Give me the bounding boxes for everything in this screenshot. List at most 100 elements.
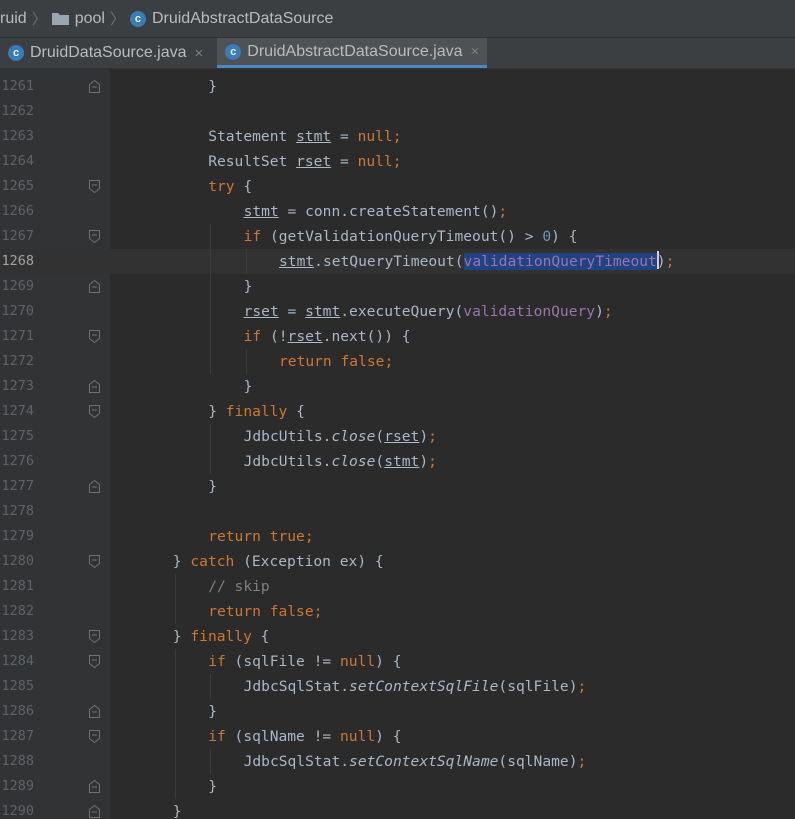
code-line[interactable]: 1264 ResultSet rset = null; (0, 149, 795, 174)
code-line[interactable]: 1275 JdbcUtils.close(rset); (0, 424, 795, 449)
code-text[interactable]: return false; (279, 349, 393, 374)
code-line[interactable]: 1265 try { (0, 174, 795, 199)
code-line[interactable]: 1261} (0, 74, 795, 99)
fold-end-icon[interactable] (89, 80, 100, 93)
line-number[interactable]: 1281 (0, 574, 34, 599)
code-text[interactable]: JdbcUtils.close(stmt); (244, 449, 437, 474)
line-number[interactable]: 1266 (0, 199, 34, 224)
tab-druid-abstract-data-source[interactable]: c DruidAbstractDataSource.java × (217, 38, 488, 68)
line-number[interactable]: 1267 (0, 224, 34, 249)
line-number[interactable]: 1270 (0, 299, 34, 324)
code-text[interactable]: return true; (208, 524, 313, 549)
code-line[interactable]: 1273} (0, 374, 795, 399)
fold-start-icon[interactable] (89, 655, 100, 668)
code-text[interactable]: JdbcUtils.close(rset); (244, 424, 437, 449)
fold-end-icon[interactable] (89, 780, 100, 793)
code-text[interactable]: if (getValidationQueryTimeout() > 0) { (244, 224, 578, 249)
code-text[interactable]: JdbcSqlStat.setContextSqlName(sqlName); (244, 749, 587, 774)
breadcrumb-item-druid[interactable]: ruid (0, 10, 27, 28)
tab-druid-data-source[interactable]: c DruidDataSource.java × (0, 38, 211, 68)
code-text[interactable]: } (208, 699, 217, 724)
line-number[interactable]: 1261 (0, 74, 34, 99)
close-icon[interactable]: × (471, 43, 480, 60)
code-text[interactable]: } finally { (208, 399, 305, 424)
fold-start-icon[interactable] (89, 405, 100, 418)
line-number[interactable]: 1275 (0, 424, 34, 449)
line-number[interactable]: 1264 (0, 149, 34, 174)
fold-start-icon[interactable] (89, 230, 100, 243)
fold-start-icon[interactable] (89, 730, 100, 743)
close-icon[interactable]: × (195, 45, 204, 62)
code-text[interactable]: } (244, 374, 253, 399)
code-line[interactable]: 1280} catch (Exception ex) { (0, 549, 795, 574)
code-text[interactable]: ResultSet rset = null; (208, 149, 401, 174)
line-number[interactable]: 1278 (0, 499, 34, 524)
code-text[interactable]: if (!rset.next()) { (244, 324, 411, 349)
code-text[interactable]: JdbcSqlStat.setContextSqlFile(sqlFile); (244, 674, 587, 699)
fold-end-icon[interactable] (89, 380, 100, 393)
line-number[interactable]: 1277 (0, 474, 34, 499)
breadcrumb-item-pool[interactable]: pool (51, 10, 105, 28)
code-line[interactable]: 1289} (0, 774, 795, 799)
code-line[interactable]: 1288 JdbcSqlStat.setContextSqlName(sqlNam… (0, 749, 795, 774)
fold-end-icon[interactable] (89, 805, 100, 818)
code-line[interactable]: 1271 if (!rset.next()) { (0, 324, 795, 349)
line-number[interactable]: 1269 (0, 274, 34, 299)
fold-end-icon[interactable] (89, 280, 100, 293)
line-number[interactable]: 1272 (0, 349, 34, 374)
line-number[interactable]: 1271 (0, 324, 34, 349)
line-number[interactable]: 1282 (0, 599, 34, 624)
line-number[interactable]: 1279 (0, 524, 34, 549)
code-line[interactable]: 1262 (0, 99, 795, 124)
code-line[interactable]: 1266 stmt = conn.createStatement(); (0, 199, 795, 224)
line-number[interactable]: 1286 (0, 699, 34, 724)
code-text[interactable]: if (sqlFile != null) { (208, 649, 401, 674)
line-number[interactable]: 1290 (0, 799, 34, 819)
code-line[interactable]: 1276 JdbcUtils.close(stmt); (0, 449, 795, 474)
line-number[interactable]: 1289 (0, 774, 34, 799)
fold-start-icon[interactable] (89, 180, 100, 193)
code-line[interactable]: 1281 // skip (0, 574, 795, 599)
code-text[interactable]: // skip (208, 574, 270, 599)
code-line[interactable]: 1272 return false; (0, 349, 795, 374)
line-number[interactable]: 1288 (0, 749, 34, 774)
code-line[interactable]: 1283} finally { (0, 624, 795, 649)
code-line[interactable]: 1290} (0, 799, 795, 819)
line-number[interactable]: 1268 (0, 249, 34, 274)
code-text[interactable]: } (173, 799, 182, 819)
code-text[interactable]: return false; (208, 599, 322, 624)
code-line[interactable]: 1270 rset = stmt.executeQuery(validationQ… (0, 299, 795, 324)
line-number[interactable]: 1263 (0, 124, 34, 149)
code-text[interactable]: } (208, 474, 217, 499)
code-text[interactable]: stmt.setQueryTimeout(validationQueryTime… (279, 249, 674, 274)
code-editor[interactable]: 1261} 1262 1263 Statement stmt = null; 1264 R… (0, 69, 795, 819)
code-line[interactable]: 1269} (0, 274, 795, 299)
line-number[interactable]: 1265 (0, 174, 34, 199)
code-line[interactable]: 1268 stmt.setQueryTimeout(validationQuery… (0, 249, 795, 274)
code-line[interactable]: 1287 if (sqlName != null) { (0, 724, 795, 749)
line-number[interactable]: 1285 (0, 674, 34, 699)
code-text[interactable]: if (sqlName != null) { (208, 724, 401, 749)
code-text[interactable]: stmt = conn.createStatement(); (244, 199, 508, 224)
code-text[interactable]: try { (208, 174, 252, 199)
code-line[interactable]: 1286} (0, 699, 795, 724)
line-number[interactable]: 1273 (0, 374, 34, 399)
line-number[interactable]: 1284 (0, 649, 34, 674)
line-number[interactable]: 1274 (0, 399, 34, 424)
code-line[interactable]: 1263 Statement stmt = null; (0, 124, 795, 149)
code-text[interactable]: Statement stmt = null; (208, 124, 401, 149)
line-number[interactable]: 1287 (0, 724, 34, 749)
code-line[interactable]: 1278 (0, 499, 795, 524)
fold-end-icon[interactable] (89, 705, 100, 718)
code-line[interactable]: 1277} (0, 474, 795, 499)
line-number[interactable]: 1283 (0, 624, 34, 649)
fold-start-icon[interactable] (89, 630, 100, 643)
line-number[interactable]: 1276 (0, 449, 34, 474)
code-line[interactable]: 1285 JdbcSqlStat.setContextSqlFile(sqlFil… (0, 674, 795, 699)
line-number[interactable]: 1280 (0, 549, 34, 574)
code-text[interactable]: } (244, 274, 253, 299)
code-line[interactable]: 1284 if (sqlFile != null) { (0, 649, 795, 674)
code-text[interactable]: rset = stmt.executeQuery(validationQuery… (244, 299, 613, 324)
fold-end-icon[interactable] (89, 480, 100, 493)
breadcrumb-item-class[interactable]: c DruidAbstractDataSource (129, 10, 333, 28)
